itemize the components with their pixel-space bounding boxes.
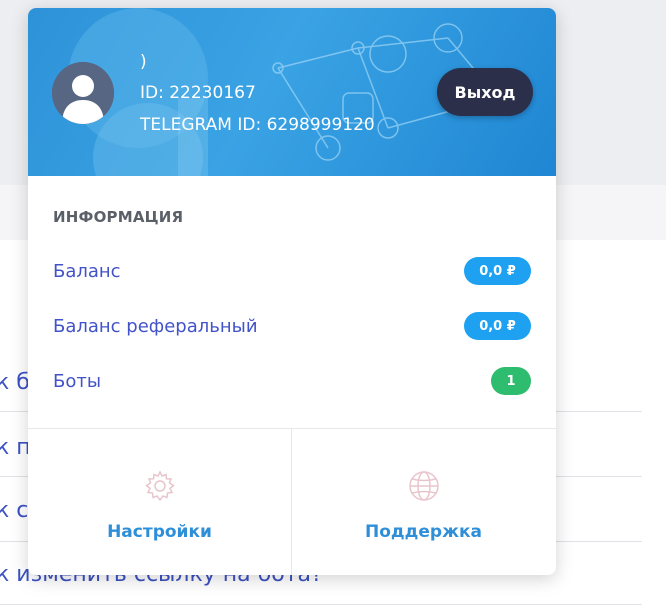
user-dropdown: ) ID: 22230167 TELEGRAM ID: 6298999120 В… <box>28 8 556 575</box>
balance-label[interactable]: Баланс <box>53 261 121 282</box>
user-avatar-icon <box>52 62 114 124</box>
faq-divider <box>0 604 642 605</box>
bots-label[interactable]: Боты <box>53 371 101 392</box>
support-label[interactable]: Поддержка <box>292 522 555 542</box>
logout-button[interactable]: Выход <box>437 68 533 116</box>
bots-count-badge: 1 <box>491 367 531 395</box>
info-row-balance[interactable]: Баланс 0,0 ₽ <box>53 256 531 286</box>
support-tile[interactable]: Поддержка <box>292 429 555 575</box>
balance-badge: 0,0 ₽ <box>464 257 531 285</box>
info-row-bots[interactable]: Боты 1 <box>53 366 531 396</box>
info-row-referral-balance[interactable]: Баланс реферальный 0,0 ₽ <box>53 311 531 341</box>
settings-label[interactable]: Настройки <box>28 522 291 542</box>
gear-icon <box>144 470 175 502</box>
globe-icon <box>408 471 439 501</box>
referral-balance-label[interactable]: Баланс реферальный <box>53 316 258 337</box>
user-id: ID: 22230167 <box>140 83 256 103</box>
telegram-id: TELEGRAM ID: 6298999120 <box>140 115 375 135</box>
info-section-title: ИНФОРМАЦИЯ <box>53 208 184 226</box>
settings-tile[interactable]: Настройки <box>28 429 291 575</box>
profile-header: ) ID: 22230167 TELEGRAM ID: 6298999120 В… <box>28 8 556 176</box>
referral-balance-badge: 0,0 ₽ <box>464 312 531 340</box>
user-name: ) <box>140 52 147 72</box>
